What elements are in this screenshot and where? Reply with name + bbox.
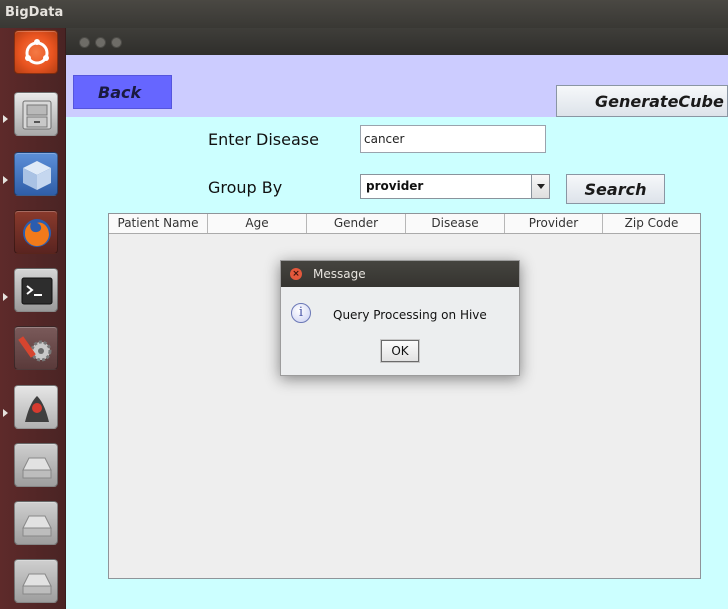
chevron-down-icon[interactable] — [531, 175, 549, 198]
app-title: BigData — [5, 5, 64, 20]
drive-icon[interactable] — [14, 443, 58, 487]
running-indicator — [3, 409, 8, 417]
message-dialog: × Message i Query Processing on Hive OK — [280, 260, 520, 376]
launcher — [0, 28, 66, 609]
running-indicator — [3, 176, 8, 184]
info-icon: i — [291, 303, 311, 323]
cube-app-icon[interactable] — [14, 152, 58, 196]
back-button[interactable]: Back — [73, 75, 172, 109]
system-settings-icon[interactable] — [14, 326, 58, 370]
top-panel: BigData — [0, 0, 728, 28]
column-header-gender[interactable]: Gender — [307, 214, 406, 233]
group-by-select[interactable]: provider — [360, 174, 550, 199]
running-indicator — [3, 293, 8, 301]
running-indicator — [3, 115, 8, 123]
generate-cube-button[interactable]: GenerateCube — [556, 85, 728, 117]
disease-input-value: cancer — [364, 132, 405, 146]
group-by-value: provider — [366, 179, 424, 193]
column-header-zip-code[interactable]: Zip Code — [603, 214, 700, 233]
column-header-provider[interactable]: Provider — [505, 214, 603, 233]
close-window-button[interactable] — [79, 37, 90, 48]
dialog-titlebar: × Message — [281, 261, 519, 287]
table-header: Patient Name Age Gender Disease Provider… — [109, 214, 700, 234]
disease-label: Enter Disease — [208, 130, 319, 149]
close-icon[interactable]: × — [290, 268, 302, 280]
firefox-icon[interactable] — [14, 210, 58, 254]
java-app-icon[interactable] — [14, 385, 58, 429]
window-titlebar — [66, 28, 728, 55]
column-header-age[interactable]: Age — [208, 214, 307, 233]
maximize-window-button[interactable] — [111, 37, 122, 48]
dialog-message: Query Processing on Hive — [333, 308, 487, 322]
ok-button[interactable]: OK — [381, 340, 419, 362]
file-cabinet-icon[interactable] — [14, 92, 58, 136]
column-header-patient-name[interactable]: Patient Name — [109, 214, 208, 233]
ubuntu-dash-icon[interactable] — [14, 30, 58, 74]
terminal-icon[interactable] — [14, 268, 58, 312]
group-by-label: Group By — [208, 178, 283, 197]
drive-icon[interactable] — [14, 501, 58, 545]
drive-icon[interactable] — [14, 559, 58, 603]
column-header-disease[interactable]: Disease — [406, 214, 505, 233]
minimize-window-button[interactable] — [95, 37, 106, 48]
dialog-title: Message — [313, 267, 366, 281]
search-button[interactable]: Search — [566, 174, 665, 204]
disease-input[interactable]: cancer — [360, 125, 546, 153]
